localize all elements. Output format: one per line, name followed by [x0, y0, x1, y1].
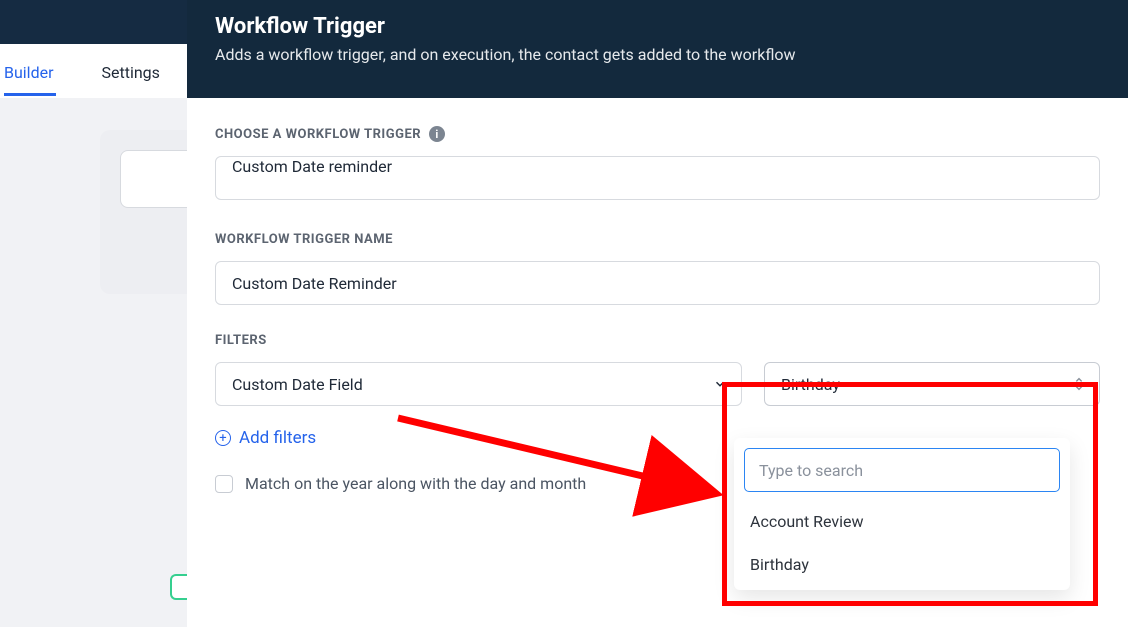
dropdown-option-birthday[interactable]: Birthday [744, 543, 1060, 586]
tab-builder[interactable]: Builder [4, 49, 70, 94]
filters-row: Custom Date Field Birthday [215, 362, 1100, 406]
canvas-node-sliver [170, 574, 188, 600]
dropdown-search-input[interactable] [744, 448, 1060, 492]
match-year-label: Match on the year along with the day and… [245, 474, 586, 493]
plus-circle-icon: + [215, 430, 231, 446]
filter-type-select[interactable]: Custom Date Field [215, 362, 742, 406]
panel-body: CHOOSE A WORKFLOW TRIGGER i Custom Date … [187, 98, 1128, 627]
label-trigger-name: WORKFLOW TRIGGER NAME [215, 232, 1100, 247]
label-choose-trigger: CHOOSE A WORKFLOW TRIGGER i [215, 126, 1100, 142]
tab-row: Builder Settings [0, 44, 187, 98]
filter-value-dropdown: Account Review Birthday [734, 438, 1070, 590]
info-icon[interactable]: i [429, 126, 445, 142]
panel-header: Workflow Trigger Adds a workflow trigger… [187, 0, 1128, 98]
filter-type-value: Custom Date Field [232, 375, 363, 394]
dropdown-option-account-review[interactable]: Account Review [744, 500, 1060, 543]
left-header-dark [0, 0, 187, 44]
filter-value-text: Birthday [781, 375, 840, 394]
label-choose-trigger-text: CHOOSE A WORKFLOW TRIGGER [215, 127, 421, 142]
match-year-checkbox[interactable] [215, 475, 233, 493]
trigger-select[interactable]: Custom Date reminder [215, 156, 1100, 200]
tab-settings[interactable]: Settings [102, 49, 176, 94]
updown-icon [1073, 376, 1085, 392]
panel-title: Workflow Trigger [215, 14, 1100, 39]
add-filters-label: Add filters [239, 428, 316, 448]
label-filters: FILTERS [215, 333, 1100, 348]
chevron-down-icon [713, 377, 727, 391]
panel-subtitle: Adds a workflow trigger, and on executio… [215, 45, 1100, 64]
trigger-name-input[interactable] [215, 261, 1100, 305]
filter-value-select[interactable]: Birthday [764, 362, 1100, 406]
